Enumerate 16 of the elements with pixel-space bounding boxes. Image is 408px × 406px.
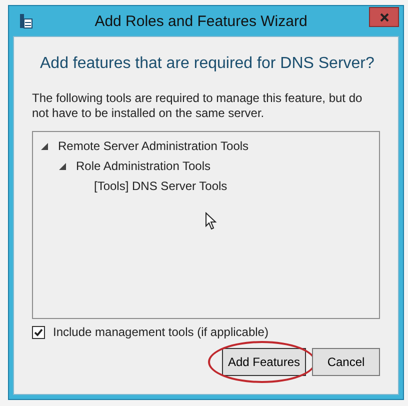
window-title: Add Roles and Features Wizard	[94, 12, 308, 30]
close-button[interactable]	[369, 7, 399, 27]
expand-triangle-icon[interactable]	[59, 162, 66, 170]
add-features-button[interactable]: Add Features	[222, 348, 306, 376]
expand-triangle-icon[interactable]	[41, 142, 48, 150]
mouse-cursor-icon	[205, 212, 217, 230]
dialog-heading: Add features that are required for DNS Server?	[40, 55, 376, 73]
close-icon	[380, 12, 388, 22]
checkbox-label: Include management tools (if applicable)	[53, 325, 268, 339]
tree-item[interactable]: Remote Server Administration Tools	[58, 139, 249, 153]
description-text: The following tools are required to manage this feature, but do not have to be installed on the same server.	[32, 91, 364, 121]
checkbox[interactable]	[32, 326, 45, 338]
wizard-icon	[19, 13, 33, 29]
cancel-button[interactable]: Cancel	[312, 348, 380, 376]
tree-item[interactable]: Role Administration Tools	[76, 159, 211, 173]
tree-item[interactable]: [Tools] DNS Server Tools	[94, 179, 228, 193]
